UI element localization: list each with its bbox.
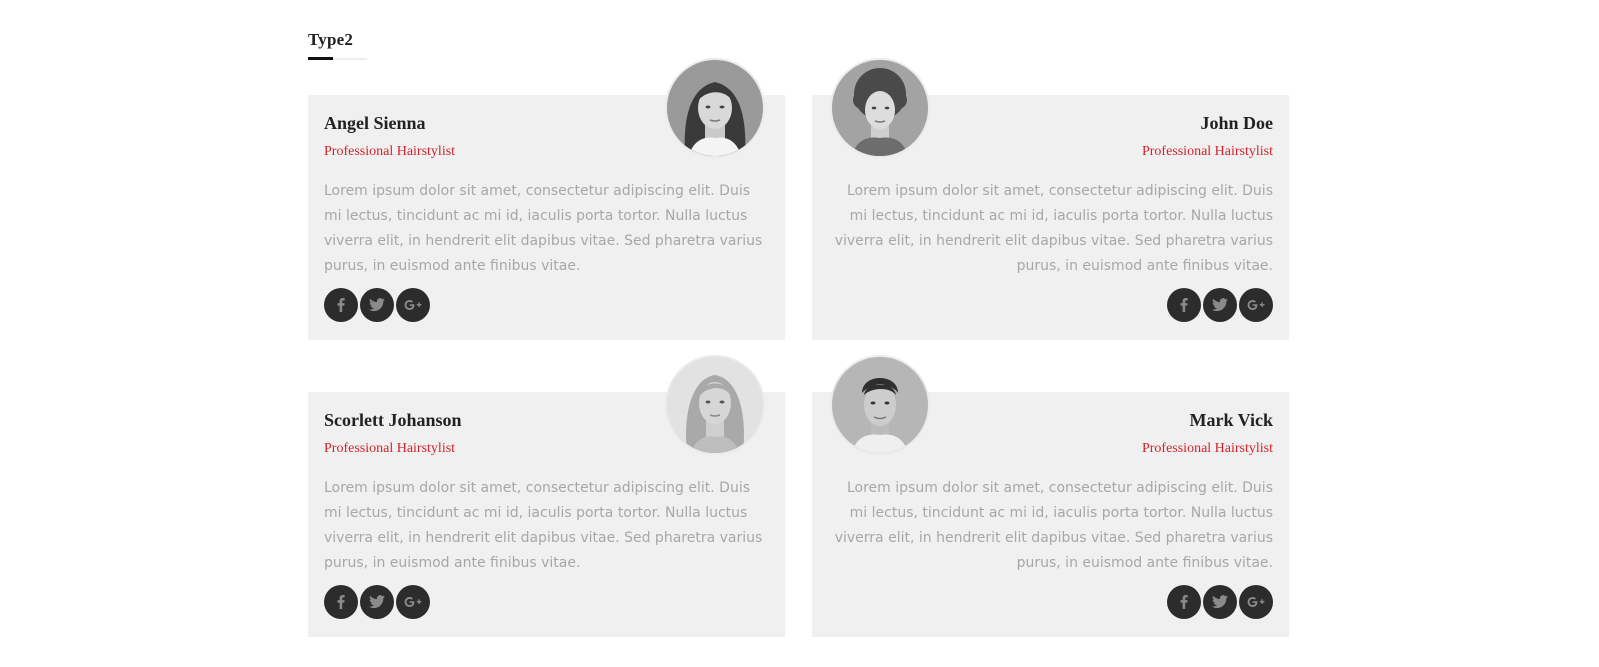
google-plus-icon[interactable]: [1239, 288, 1273, 322]
avatar-scorlett-johanson: [665, 355, 765, 455]
social-links: [1167, 585, 1273, 619]
section-title: Type2: [308, 30, 354, 49]
member-bio: Lorem ipsum dolor sit amet, consectetur …: [834, 183, 1273, 274]
facebook-icon[interactable]: [1167, 585, 1201, 619]
member-role: Professional Hairstylist: [1141, 441, 1273, 456]
facebook-icon[interactable]: [1167, 288, 1201, 322]
member-name: Scorlett Johanson: [324, 410, 462, 430]
social-links: [1167, 288, 1273, 322]
twitter-icon[interactable]: [360, 288, 394, 322]
avatar-john-doe: [830, 58, 930, 158]
member-bio: Lorem ipsum dolor sit amet, consectetur …: [324, 183, 763, 274]
title-underline: [308, 57, 333, 60]
member-name: Mark Vick: [1189, 410, 1274, 430]
avatar-angel-sienna: [665, 58, 765, 158]
member-name: John Doe: [1200, 113, 1273, 133]
twitter-icon[interactable]: [1203, 585, 1237, 619]
google-plus-icon[interactable]: [396, 288, 430, 322]
google-plus-icon[interactable]: [1239, 585, 1273, 619]
twitter-icon[interactable]: [1203, 288, 1237, 322]
social-links: [324, 288, 430, 322]
facebook-icon[interactable]: [324, 288, 358, 322]
twitter-icon[interactable]: [360, 585, 394, 619]
avatar-mark-vick: [830, 355, 930, 455]
member-bio: Lorem ipsum dolor sit amet, consectetur …: [834, 480, 1273, 571]
member-role: Professional Hairstylist: [324, 144, 456, 159]
team-section: Type2 Angel Sienna Professional Hairstyl…: [0, 0, 1599, 667]
social-links: [324, 585, 430, 619]
member-role: Professional Hairstylist: [1141, 144, 1273, 159]
google-plus-icon[interactable]: [396, 585, 430, 619]
member-bio: Lorem ipsum dolor sit amet, consectetur …: [324, 480, 763, 571]
member-name: Angel Sienna: [324, 113, 426, 133]
member-role: Professional Hairstylist: [324, 441, 456, 456]
facebook-icon[interactable]: [324, 585, 358, 619]
